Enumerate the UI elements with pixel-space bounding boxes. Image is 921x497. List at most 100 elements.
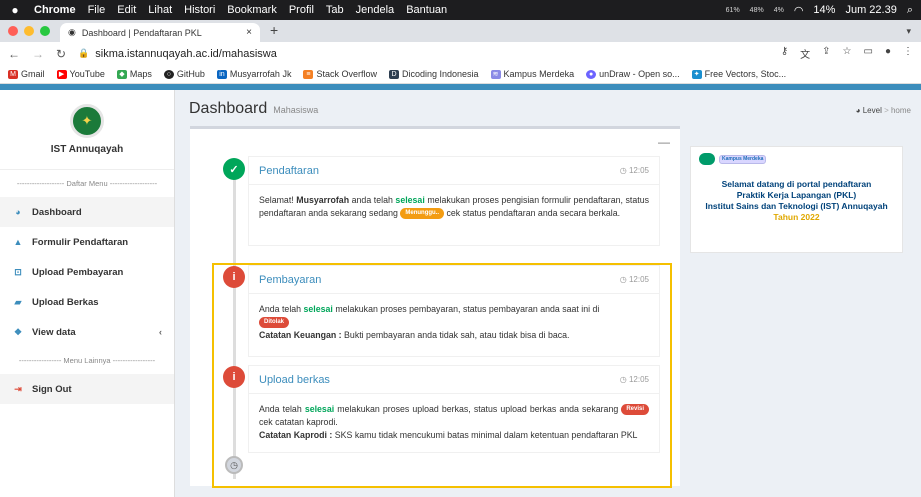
bookmark-linkedin[interactable]: in Musyarrofah Jk bbox=[216, 69, 292, 79]
macos-menu-bar: ● Chrome File Edit Lihat Histori Bookmar… bbox=[0, 0, 921, 20]
bookmark-undraw[interactable]: ● unDraw - Open so... bbox=[586, 69, 680, 79]
check-icon: ✓ bbox=[223, 158, 245, 180]
close-window-button[interactable] bbox=[8, 26, 18, 36]
timeline-box: — ✓ Pendaftaran ◷ 12:05 Selamat! Musyarr… bbox=[190, 126, 680, 488]
battery-status[interactable]: 14% bbox=[813, 4, 835, 16]
kampus-merdeka-icon: ≋ bbox=[490, 69, 501, 79]
browser-tab[interactable]: ◉ Dashboard | Pendaftaran PKL × bbox=[60, 23, 260, 42]
menu-history[interactable]: Histori bbox=[184, 4, 215, 16]
bookmark-kampus-merdeka[interactable]: ≋ Kampus Merdeka bbox=[490, 69, 574, 79]
maximize-window-button[interactable] bbox=[40, 26, 50, 36]
menu-view[interactable]: Lihat bbox=[148, 4, 172, 16]
menu-help[interactable]: Bantuan bbox=[406, 4, 447, 16]
mem-stat: 48% bbox=[749, 6, 764, 14]
bookmark-label: Maps bbox=[129, 69, 152, 79]
key-icon[interactable]: ⚷ bbox=[781, 46, 788, 61]
bookmark-label: Free Vectors, Stoc... bbox=[704, 69, 787, 79]
bookmark-label: Gmail bbox=[21, 69, 45, 79]
kampus-merdeka-icon bbox=[699, 153, 715, 165]
page-subtitle: Mahasiswa bbox=[273, 105, 319, 115]
timeline-time: ◷ 12:05 bbox=[620, 166, 649, 175]
url-text[interactable]: sikma.istannuqayah.ac.id/mahasiswa bbox=[95, 48, 277, 60]
dicoding-icon: D bbox=[388, 69, 399, 79]
back-button[interactable]: ← bbox=[8, 47, 20, 61]
bookmark-youtube[interactable]: ▶ YouTube bbox=[56, 69, 105, 79]
kebab-menu-icon[interactable]: ⋮ bbox=[903, 46, 913, 61]
translate-icon[interactable]: 文 bbox=[800, 46, 810, 61]
star-icon[interactable]: ☆ bbox=[843, 46, 852, 61]
share-icon[interactable]: ⇪ bbox=[822, 46, 830, 61]
menu-profile[interactable]: Profil bbox=[289, 4, 314, 16]
menu-header-other: ----------------- Menu Lainnya ---------… bbox=[18, 356, 156, 365]
browser-tools: ⚷ 文 ⇪ ☆ ▭ ● ⋮ bbox=[781, 46, 913, 61]
wifi-icon[interactable]: ◠ bbox=[794, 4, 804, 17]
linkedin-icon: in bbox=[216, 69, 227, 79]
brand-name: IST Annuqayah bbox=[50, 144, 124, 155]
bookmark-stackoverflow[interactable]: ≡ Stack Overflow bbox=[303, 69, 377, 79]
bookmark-github[interactable]: ○ GitHub bbox=[163, 69, 205, 79]
collapse-button[interactable]: — bbox=[658, 135, 670, 149]
bookmark-label: unDraw - Open so... bbox=[599, 69, 680, 79]
bookmark-label: Musyarrofah Jk bbox=[229, 69, 292, 79]
timeline-title: Pendaftaran bbox=[259, 164, 319, 177]
bookmark-label: Stack Overflow bbox=[316, 69, 377, 79]
sidebar-item-upload-pembayaran[interactable]: ⊡ Upload Pembayaran bbox=[0, 257, 174, 287]
youtube-icon: ▶ bbox=[56, 69, 67, 79]
sidebar-item-label: Sign Out bbox=[32, 383, 72, 395]
menu-bookmark[interactable]: Bookmark bbox=[227, 4, 277, 16]
bookmark-freevectors[interactable]: ✦ Free Vectors, Stoc... bbox=[691, 69, 787, 79]
file-icon: ▰ bbox=[14, 296, 22, 307]
kampus-merdeka-wordmark: Kampus Merdeka bbox=[719, 154, 767, 164]
cpu-stat: 61% bbox=[725, 6, 740, 14]
banner-line: Selamat datang di portal pendaftaran bbox=[721, 179, 872, 189]
globe-icon: ◉ bbox=[68, 27, 76, 37]
search-icon[interactable]: ⌕ bbox=[907, 4, 913, 17]
bookmark-gmail[interactable]: M Gmail bbox=[8, 69, 45, 79]
clock-icon: ◷ bbox=[619, 166, 629, 175]
address-bar[interactable]: 🔒 sikma.istannuqayah.ac.id/mahasiswa bbox=[78, 48, 769, 60]
lock-icon[interactable]: 🔒 bbox=[78, 48, 89, 59]
sidepanel-icon[interactable]: ▭ bbox=[864, 46, 873, 61]
reload-button[interactable]: ↻ bbox=[56, 47, 66, 61]
tab-bar: ◉ Dashboard | Pendaftaran PKL × + ▾ bbox=[0, 20, 921, 42]
menu-window[interactable]: Jendela bbox=[356, 4, 395, 16]
sidebar-item-signout[interactable]: ⇥ Sign Out bbox=[0, 374, 174, 404]
new-tab-button[interactable]: + bbox=[270, 22, 278, 38]
main-content: Dashboard Mahasiswa ◕ Level > home — ✓ P… bbox=[175, 90, 921, 497]
banner-text: Selamat datang di portal pendaftaran Pra… bbox=[699, 179, 894, 223]
menu-app-name[interactable]: Chrome bbox=[34, 4, 76, 16]
sidebar-item-dashboard[interactable]: ◕ Dashboard bbox=[0, 197, 174, 227]
menu-file[interactable]: File bbox=[88, 4, 106, 16]
sidebar-item-label: View data bbox=[32, 326, 76, 338]
welcome-banner: Kampus Merdeka Selamat datang di portal … bbox=[690, 146, 903, 253]
minimize-window-button[interactable] bbox=[24, 26, 34, 36]
bookmark-dicoding[interactable]: D Dicoding Indonesia bbox=[388, 69, 479, 79]
window-controls bbox=[8, 26, 50, 36]
bookmarks-bar: M Gmail ▶ YouTube ◆ Maps ○ GitHub in Musyarro… bbox=[0, 65, 921, 84]
chevron-left-icon[interactable]: ‹ bbox=[159, 327, 162, 338]
university-logo-icon: ✦ bbox=[70, 104, 104, 138]
banner-year: Tahun 2022 bbox=[773, 212, 820, 222]
sidebar-item-view-data[interactable]: ❖ View data ‹ bbox=[0, 317, 174, 347]
breadcrumb-level[interactable]: Level bbox=[863, 106, 882, 115]
sidebar-item-label: Upload Berkas bbox=[32, 296, 99, 308]
clock[interactable]: Jum 22.39 bbox=[845, 4, 896, 16]
sidebar-item-upload-berkas[interactable]: ▰ Upload Berkas bbox=[0, 287, 174, 317]
gmail-icon: M bbox=[8, 69, 18, 79]
forward-button[interactable]: → bbox=[32, 47, 44, 61]
menu-tab[interactable]: Tab bbox=[326, 4, 344, 16]
bookmark-maps[interactable]: ◆ Maps bbox=[116, 69, 152, 79]
close-tab-icon[interactable]: × bbox=[246, 27, 252, 38]
bookmark-label: Dicoding Indonesia bbox=[401, 69, 479, 79]
highlight-frame bbox=[212, 263, 672, 488]
dashboard-icon: ◕ bbox=[15, 207, 21, 217]
apple-icon[interactable]: ● bbox=[8, 3, 22, 17]
profile-icon[interactable]: ● bbox=[885, 46, 891, 61]
menu-edit[interactable]: Edit bbox=[117, 4, 136, 16]
address-toolbar: ← → ↻ 🔒 sikma.istannuqayah.ac.id/mahasis… bbox=[0, 42, 921, 65]
disk-stat: 4% bbox=[773, 6, 784, 14]
text: anda telah bbox=[349, 195, 396, 205]
sidebar-item-formulir[interactable]: ▲ Formulir Pendaftaran bbox=[0, 227, 174, 257]
text: cek status pendaftaran anda secara berka… bbox=[444, 208, 621, 218]
chevron-down-icon[interactable]: ▾ bbox=[906, 26, 911, 37]
